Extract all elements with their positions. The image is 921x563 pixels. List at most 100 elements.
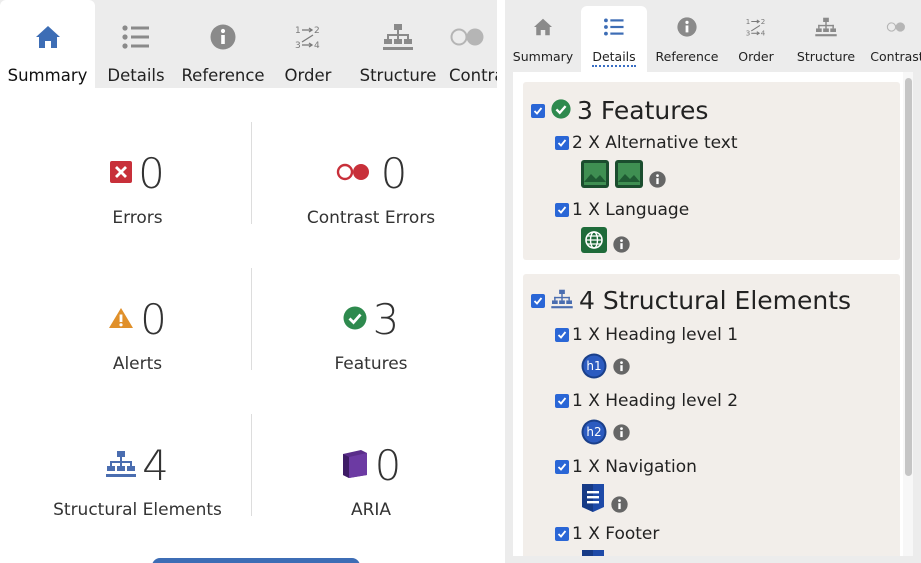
errors-stat[interactable]: 0 Errors	[55, 152, 220, 228]
structure-icon	[551, 289, 573, 313]
image-icon[interactable]	[615, 160, 643, 192]
globe-icon[interactable]	[581, 227, 607, 257]
errors-label: Errors	[112, 208, 163, 228]
structural-elements-header: 4 Structural Elements	[531, 286, 851, 315]
image-icon[interactable]	[581, 160, 609, 192]
tab-details[interactable]: Details	[95, 0, 177, 88]
item-checkbox[interactable]	[555, 328, 569, 342]
structural-elements-card: 4 Structural Elements 1 X Heading level …	[523, 274, 900, 556]
contrast-errors-stat[interactable]: 0 Contrast Errors	[286, 149, 456, 229]
structural-elements-title: 4 Structural Elements	[579, 286, 852, 315]
info-icon[interactable]	[611, 496, 628, 517]
structure-icon	[106, 450, 137, 482]
home-icon	[532, 16, 554, 38]
tab-label: Reference	[181, 66, 265, 85]
info-icon[interactable]	[649, 171, 666, 192]
structural-checkbox[interactable]	[531, 293, 545, 308]
features-card: 3 Features 2 X Alternative text 1 X Lang…	[523, 82, 900, 260]
summary-panel: Summary Details Reference 1 2 3 4 Order Str…	[0, 0, 497, 563]
alerts-stat[interactable]: 0 Alerts	[55, 298, 220, 374]
tab-structure[interactable]: Structure	[347, 0, 449, 88]
heading-1-icon[interactable]: h1	[581, 353, 607, 379]
info-icon[interactable]	[613, 236, 630, 257]
structural-item-heading-2: 1 X Heading level 2	[555, 391, 738, 411]
footer-icon[interactable]	[581, 549, 605, 556]
check-circle-icon	[551, 98, 571, 123]
tab-summary[interactable]: Summary	[0, 0, 95, 88]
heading-2-icon[interactable]: h2	[581, 419, 607, 445]
tab-details[interactable]: Details	[581, 6, 647, 72]
tab-structure[interactable]: Structure	[785, 6, 867, 72]
heading-1-badge: h1	[586, 359, 602, 373]
scrollbar-thumb[interactable]	[905, 78, 912, 476]
svg-text:2: 2	[761, 17, 766, 26]
details-panel: Summary Details Reference 1 2 3 4 Order Str…	[505, 0, 921, 563]
tab-reference[interactable]: Reference	[177, 0, 269, 88]
features-checkbox[interactable]	[531, 103, 545, 118]
home-icon	[33, 22, 63, 52]
tab-order[interactable]: 1 2 3 4 Order	[727, 6, 785, 72]
structural-elements-stat[interactable]: 4 Structural Elements	[40, 441, 235, 521]
tab-label: Reference	[655, 49, 719, 64]
contrast-icon	[886, 16, 908, 38]
tab-label: Details	[107, 66, 165, 85]
navigation-icon[interactable]	[581, 483, 605, 517]
tab-bar: Summary Details Reference 1 2 3 4 Order Str…	[0, 0, 497, 88]
tab-reference[interactable]: Reference	[647, 6, 727, 72]
feature-item-language: 1 X Language	[555, 200, 689, 220]
item-checkbox[interactable]	[555, 460, 569, 474]
structural-elements-count: 4	[142, 441, 169, 490]
tab-label: Contrast	[870, 49, 921, 64]
svg-text:3: 3	[746, 29, 751, 38]
features-stat[interactable]: 3 Features	[286, 295, 456, 375]
item-checkbox[interactable]	[555, 394, 569, 408]
tab-contrast[interactable]: Contrast	[867, 6, 921, 72]
contrast-icon	[335, 161, 375, 187]
item-label: 1 X Heading level 1	[572, 325, 739, 345]
list-icon	[603, 16, 625, 38]
heading-2-badge: h2	[586, 425, 602, 439]
svg-text:2: 2	[314, 26, 320, 36]
view-details-button[interactable]	[152, 558, 360, 563]
tab-label: Structure	[796, 49, 856, 64]
tab-bar: Summary Details Reference 1 2 3 4 Order Str…	[505, 6, 921, 72]
svg-text:1: 1	[295, 26, 301, 36]
order-icon: 1 2 3 4	[745, 16, 767, 38]
tab-label: Contra	[449, 66, 497, 85]
heading-1-icons: h1	[581, 353, 630, 379]
aria-label: ARIA	[350, 500, 392, 520]
features-count: 3	[372, 295, 400, 344]
structural-item-navigation: 1 X Navigation	[555, 457, 697, 477]
contrast-errors-label: Contrast Errors	[306, 208, 436, 228]
check-circle-icon	[343, 306, 367, 334]
heading-2-icons: h2	[581, 419, 630, 445]
feature-item-alt-text: 2 X Alternative text	[555, 133, 738, 153]
order-icon: 1 2 3 4	[293, 22, 323, 52]
structure-icon	[815, 16, 837, 38]
tab-label: Summary	[512, 49, 574, 64]
navigation-icons	[581, 483, 628, 517]
tab-label: Order	[284, 66, 332, 85]
aria-count: 0	[374, 441, 402, 490]
item-checkbox[interactable]	[555, 203, 569, 217]
alt-text-icons	[581, 160, 666, 192]
tab-order[interactable]: 1 2 3 4 Order	[269, 0, 347, 88]
error-x-icon	[110, 161, 133, 187]
item-checkbox[interactable]	[555, 136, 569, 150]
aria-stat[interactable]: 0 ARIA	[286, 444, 456, 520]
item-checkbox[interactable]	[555, 527, 569, 541]
tab-label: Structure	[359, 66, 437, 85]
info-icon[interactable]	[613, 358, 630, 379]
contrast-icon	[449, 22, 497, 52]
structural-item-heading-1: 1 X Heading level 1	[555, 325, 738, 345]
contrast-errors-count: 0	[380, 149, 408, 198]
info-icon[interactable]	[613, 424, 630, 445]
svg-text:4: 4	[314, 41, 320, 51]
divider	[251, 122, 252, 224]
tab-contrast[interactable]: Contra	[449, 0, 497, 88]
tab-summary[interactable]: Summary	[505, 6, 581, 72]
alert-triangle-icon	[108, 307, 134, 333]
list-icon	[121, 22, 151, 52]
tab-label: Order	[738, 49, 774, 64]
panel-bottom	[505, 556, 921, 563]
